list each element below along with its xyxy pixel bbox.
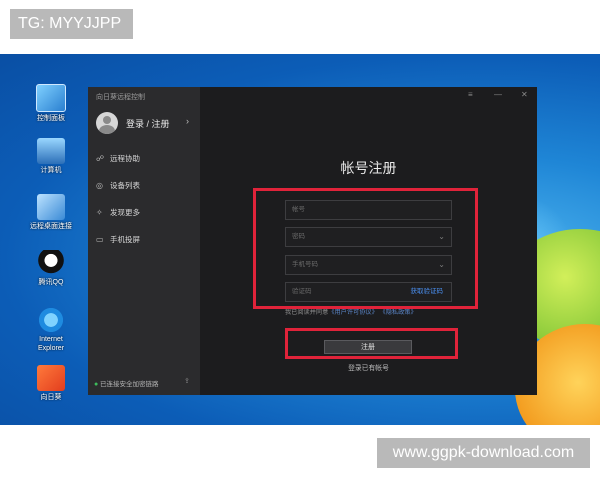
device-list-icon: ◎ — [96, 181, 103, 190]
desktop-icon-remote-desktop[interactable]: 远程桌面连接 — [28, 194, 74, 231]
control-panel-icon — [36, 84, 66, 112]
minimize-icon[interactable]: — — [494, 90, 502, 99]
remote-desktop-icon — [37, 194, 65, 220]
privacy-policy-link[interactable]: 《隐私政策》 — [380, 309, 417, 316]
remote-assist-icon: ☍ — [96, 154, 105, 163]
share-icon[interactable]: ⇪ — [184, 377, 190, 385]
app-window: 向日葵远程控制 登录 / 注册 › ☍ 远程协助 ◎ 设备列表 ✧ 发现更多 ▭ 手机投… — [88, 87, 537, 395]
highlight-box-register — [285, 328, 458, 359]
login-register-link[interactable]: 登录 / 注册 — [126, 117, 170, 130]
highlight-box-form — [253, 188, 478, 309]
avatar-icon[interactable] — [96, 112, 118, 134]
ie-icon — [37, 307, 65, 333]
desktop-icon-qq[interactable]: 腾讯QQ — [28, 250, 74, 287]
computer-icon — [37, 138, 65, 164]
desktop-icon-ie[interactable]: Internet Explorer — [28, 307, 74, 353]
desktop-icon-control-panel[interactable]: 控制面板 — [28, 84, 74, 123]
license-agreement-link[interactable]: 《用户许可协议》 — [328, 309, 378, 316]
desktop-icon-sunlogin[interactable]: 向日葵 — [28, 365, 74, 402]
page-title: 帐号注册 — [340, 160, 397, 176]
shield-check-icon: ● — [94, 381, 99, 388]
watermark-bottom-right: www.ggpk-download.com — [377, 438, 590, 468]
desktop-icon-computer[interactable]: 计算机 — [28, 138, 74, 175]
qq-icon — [37, 250, 65, 276]
connection-status: ● 已连接安全加密链路 — [94, 381, 159, 388]
menu-icon[interactable]: ≡ — [468, 90, 473, 99]
sidebar-item-discover[interactable]: ✧ 发现更多 — [96, 206, 196, 220]
sidebar: 向日葵远程控制 登录 / 注册 › ☍ 远程协助 ◎ 设备列表 ✧ 发现更多 ▭ 手机投… — [88, 87, 200, 395]
watermark-top-left: TG: MYYJJPP — [10, 9, 133, 39]
sidebar-item-device-list[interactable]: ◎ 设备列表 — [96, 179, 196, 193]
desktop: 控制面板 计算机 远程桌面连接 腾讯QQ Internet Explorer 向… — [0, 54, 600, 425]
screen-cast-icon: ▭ — [96, 235, 104, 244]
discover-icon: ✧ — [96, 208, 103, 217]
sunlogin-icon — [37, 365, 65, 391]
chevron-right-icon[interactable]: › — [186, 116, 189, 126]
login-existing-account-link[interactable]: 登录已有帐号 — [200, 362, 537, 372]
app-title: 向日葵远程控制 — [96, 94, 145, 101]
sidebar-item-screen-cast[interactable]: ▭ 手机投屏 — [96, 233, 196, 247]
close-icon[interactable]: ✕ — [521, 90, 528, 99]
sidebar-item-remote-assist[interactable]: ☍ 远程协助 — [96, 152, 196, 166]
